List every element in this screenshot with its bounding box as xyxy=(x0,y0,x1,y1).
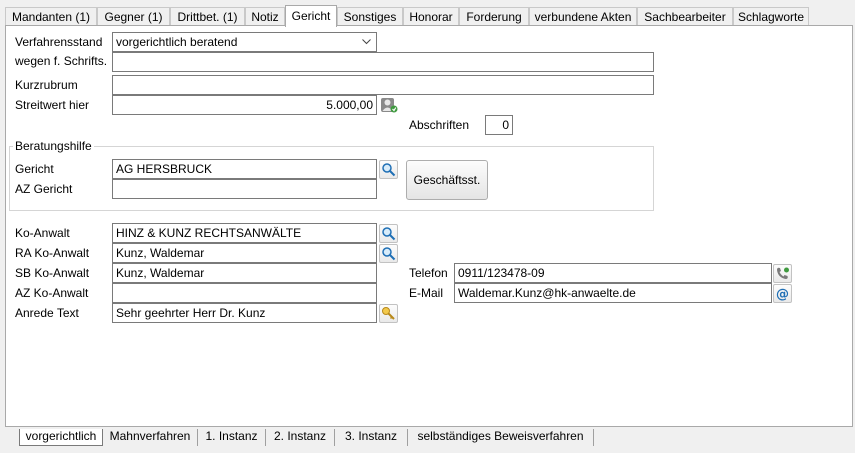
abschriften-field[interactable]: 0 xyxy=(485,115,513,135)
tab-label: Gericht xyxy=(291,9,331,23)
email-field[interactable]: Waldemar.Kunz@hk-anwaelte.de xyxy=(454,283,772,303)
tab-vorgerichtlich[interactable]: vorgerichtlich xyxy=(19,429,103,446)
kurzrubrum-field[interactable] xyxy=(112,75,654,95)
tab-notiz[interactable]: Notiz xyxy=(245,7,285,26)
ra-ko-anwalt-label: RA Ko-Anwalt xyxy=(15,246,90,260)
telefon-call-button[interactable] xyxy=(773,264,792,283)
tab-label: 1. Instanz xyxy=(205,429,258,443)
kurzrubrum-label: Kurzrubrum xyxy=(15,78,78,92)
tab-label: Honorar xyxy=(409,10,453,24)
az-ko-anwalt-label: AZ Ko-Anwalt xyxy=(15,286,89,300)
key-icon xyxy=(382,307,395,320)
tab-mandanten[interactable]: Mandanten (1) xyxy=(5,7,97,26)
anrede-field[interactable]: Sehr geehrter Herr Dr. Kunz xyxy=(112,303,377,323)
tab-gericht[interactable]: Gericht xyxy=(285,5,337,27)
tab-label: selbständiges Beweisverfahren xyxy=(417,429,584,443)
anrede-label: Anrede Text xyxy=(15,306,79,320)
phone-icon xyxy=(777,267,789,279)
tab-selbstaendiges-beweisverfahren[interactable]: selbständiges Beweisverfahren xyxy=(408,429,594,446)
chevron-down-icon xyxy=(362,39,371,45)
tab-honorar[interactable]: Honorar xyxy=(403,7,459,26)
bh-gericht-search-button[interactable] xyxy=(379,160,398,179)
tab-label: Drittbet. (1) xyxy=(177,10,238,24)
tab-3-instanz[interactable]: 3. Instanz xyxy=(335,429,408,446)
sb-ko-anwalt-label: SB Ko-Anwalt xyxy=(15,266,90,280)
tab-label: Mandanten (1) xyxy=(11,10,91,24)
az-ko-anwalt-field[interactable] xyxy=(112,283,377,303)
tab-schlagworte[interactable]: Schlagworte xyxy=(733,7,809,26)
streitwert-field[interactable]: 5.000,00 xyxy=(112,95,377,115)
tab-label: Forderung xyxy=(466,10,522,24)
email-label: E-Mail xyxy=(409,286,444,300)
ko-anwalt-field[interactable]: HINZ & KUNZ RECHTSANWÄLTE xyxy=(112,223,377,243)
email-at-icon: @ xyxy=(776,287,789,301)
tab-label: 3. Instanz xyxy=(344,429,398,443)
tab-label: Sonstiges xyxy=(343,10,397,24)
telefon-label: Telefon xyxy=(409,266,448,280)
bh-az-label: AZ Gericht xyxy=(15,182,73,196)
email-send-button[interactable]: @ xyxy=(773,284,792,303)
tab-gegner[interactable]: Gegner (1) xyxy=(97,7,170,26)
ko-anwalt-label: Ko-Anwalt xyxy=(15,226,70,240)
tab-forderung[interactable]: Forderung xyxy=(459,7,529,26)
ra-ko-anwalt-field[interactable]: Kunz, Waldemar xyxy=(112,243,377,263)
verfahrensstand-select[interactable]: vorgerichtlich beratend xyxy=(112,32,377,52)
calculator-person-icon xyxy=(381,98,398,113)
search-icon xyxy=(382,247,396,261)
tab-sachbearbeiter[interactable]: Sachbearbeiter xyxy=(637,7,733,26)
tab-label: Notiz xyxy=(251,10,279,24)
bh-gericht-field[interactable]: AG HERSBRUCK xyxy=(112,159,377,179)
tab-label: Gegner (1) xyxy=(104,10,163,24)
tab-label: Mahnverfahren xyxy=(109,429,191,443)
search-icon xyxy=(382,163,396,177)
sb-ko-anwalt-field[interactable]: Kunz, Waldemar xyxy=(112,263,377,283)
streitwert-label: Streitwert hier xyxy=(15,98,90,112)
telefon-field[interactable]: 0911/123478-09 xyxy=(454,263,772,283)
anrede-key-button[interactable] xyxy=(379,304,398,323)
geschaeftsst-button[interactable]: Geschäftsst. xyxy=(406,160,488,200)
tab-sonstiges[interactable]: Sonstiges xyxy=(337,7,403,26)
tab-2-instanz[interactable]: 2. Instanz xyxy=(266,429,335,446)
tab-label: Sachbearbeiter xyxy=(644,10,726,24)
tab-label: Schlagworte xyxy=(737,10,805,24)
tab-label: vorgerichtlich xyxy=(25,429,97,443)
bh-gericht-label: Gericht xyxy=(15,162,54,176)
beratungshilfe-title: Beratungshilfe xyxy=(13,139,94,153)
tab-label: 2. Instanz xyxy=(273,429,327,443)
verfahrensstand-value: vorgerichtlich beratend xyxy=(116,35,238,49)
tab-drittbet[interactable]: Drittbet. (1) xyxy=(170,7,245,26)
svg-text:@: @ xyxy=(776,287,789,301)
schrifts-label: wegen f. Schrifts. xyxy=(15,54,108,68)
tab-label: verbundene Akten xyxy=(534,10,632,24)
search-icon xyxy=(382,227,396,241)
abschriften-label: Abschriften xyxy=(409,118,470,132)
ko-anwalt-search-button[interactable] xyxy=(379,224,398,243)
ra-ko-anwalt-search-button[interactable] xyxy=(379,244,398,263)
streitwert-calculator-button[interactable] xyxy=(379,95,398,114)
tab-1-instanz[interactable]: 1. Instanz xyxy=(198,429,266,446)
tab-mahnverfahren[interactable]: Mahnverfahren xyxy=(103,429,198,446)
tab-verbundene-akten[interactable]: verbundene Akten xyxy=(529,7,637,26)
schrifts-field[interactable] xyxy=(112,52,654,72)
bh-az-field[interactable] xyxy=(112,179,377,199)
verfahrensstand-label: Verfahrensstand xyxy=(15,35,103,49)
